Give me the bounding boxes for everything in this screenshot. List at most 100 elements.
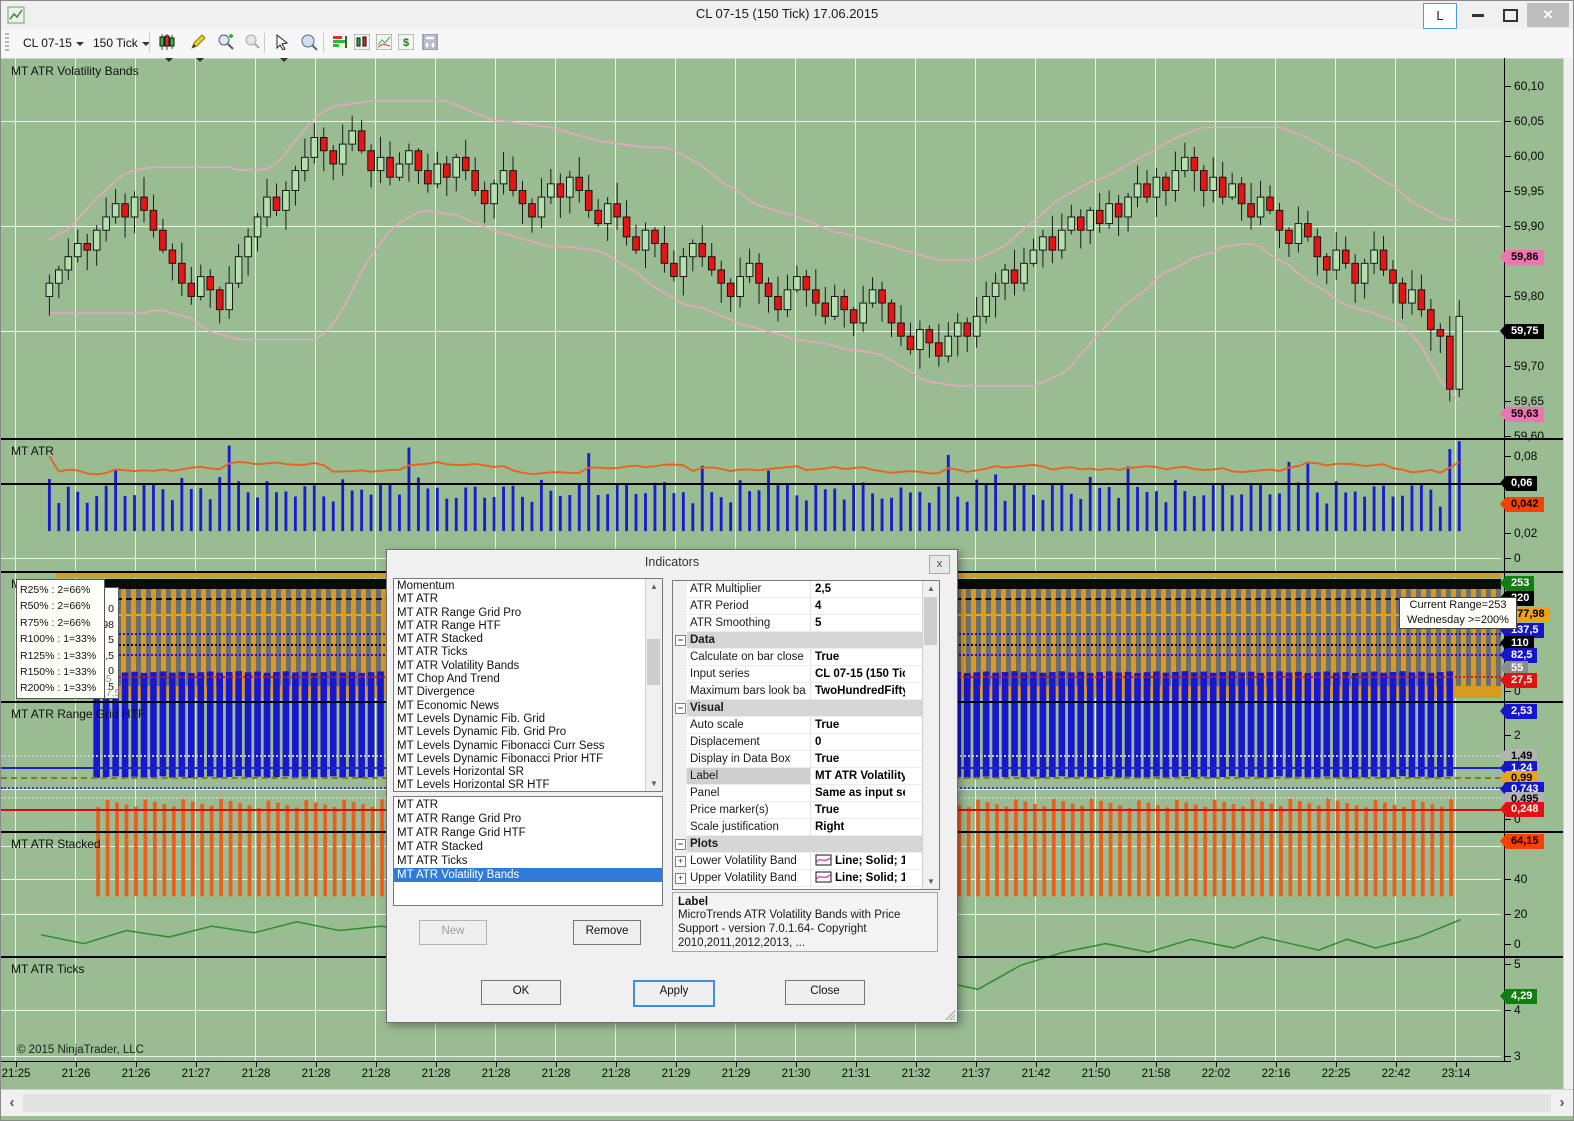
property-value[interactable]: 4 [811,598,905,614]
indicator-list-item[interactable]: Momentum [394,580,645,593]
property-value[interactable]: True [811,751,905,767]
indicator-list-item[interactable]: MT Levels Horizontal SR HTF [394,779,645,792]
property-value[interactable]: True [811,717,905,733]
indicator-list-item[interactable]: MT Levels Horizontal SR [394,766,645,779]
overlay-chart-button[interactable] [373,33,395,53]
indicator-list-item[interactable]: MT Levels Dynamic Fibonacci Prior HTF [394,753,645,766]
minimize-button[interactable] [1463,3,1493,27]
price-tick-label: 2 [1514,728,1521,742]
scrollbar-thumb[interactable] [23,1094,1551,1112]
scroll-down-icon[interactable]: ▼ [646,776,662,791]
indicator-list-item[interactable]: MT Economic News [394,700,645,713]
toolbar-grip[interactable] [5,33,9,53]
scroll-right-icon[interactable]: › [1553,1093,1571,1113]
time-tick [556,1062,557,1067]
close-dialog-button[interactable]: Close [785,980,865,1005]
range-tooltip-line: Wednesday >=200% [1400,613,1516,628]
configured-indicator-item[interactable]: MT ATR Stacked [394,840,662,854]
instrument-selector[interactable]: CL 07-15 [19,33,88,53]
property-value[interactable]: Same as input series [811,785,905,801]
configured-indicators-list[interactable]: MT ATRMT ATR Range Grid ProMT ATR Range … [393,796,663,906]
indicator-list-item[interactable]: MT ATR [394,593,645,606]
ok-button[interactable]: OK [481,980,561,1005]
property-value[interactable]: 0 [811,734,905,750]
configured-indicator-item[interactable]: MT ATR Range Grid Pro [394,812,662,826]
panel-label: MT ATR Volatility Bands [11,64,139,78]
property-value[interactable]: 5 [811,615,905,631]
properties-scrollbar[interactable]: ▲ ▼ [922,581,939,889]
cursor-button[interactable] [271,33,293,53]
chart-window-button[interactable] [351,33,373,53]
property-value[interactable]: True [811,802,905,818]
maximize-button[interactable] [1495,3,1525,27]
price-tick [1505,944,1511,945]
properties-button[interactable] [419,33,441,53]
property-value[interactable]: Line; Solid; 1px [811,853,905,869]
properties-grid[interactable]: ATR Multiplier2,5ATR Period4ATR Smoothin… [672,580,940,890]
zoom-in-button[interactable] [215,33,237,53]
available-indicators-list[interactable]: MomentumMT ATRMT ATR Range Grid ProMT AT… [393,578,663,792]
property-section: −Plots [673,836,922,853]
time-tick [676,1062,677,1067]
property-name: Calculate on bar close [687,649,811,665]
configured-indicator-item[interactable]: MT ATR Volatility Bands [394,868,662,882]
svg-text:$: $ [403,37,409,49]
account-button[interactable]: $ [395,33,417,53]
property-name: Display in Data Box [687,751,811,767]
time-tick-label: 21:29 [654,1068,698,1080]
indicator-list-item[interactable]: MT Levels Dynamic Fibonacci Curr Sess [394,740,645,753]
scroll-left-icon[interactable]: ‹ [3,1093,21,1113]
time-tick-label: 21:28 [234,1068,278,1080]
expand-icon[interactable]: + [675,856,686,867]
configured-indicator-item[interactable]: MT ATR Range Grid HTF [394,826,662,840]
chart-style-button[interactable] [156,33,178,53]
property-row: Displacement0 [673,734,922,751]
indicator-list-item[interactable]: MT Divergence [394,686,645,699]
apply-button[interactable]: Apply [633,980,715,1007]
property-value[interactable]: CL 07-15 (150 Tick) [811,666,905,682]
collapse-icon[interactable]: − [675,839,686,850]
property-value[interactable]: Line; Solid; 1px [811,870,905,886]
time-tick-label: 21:30 [774,1068,818,1080]
scroll-up-icon[interactable]: ▲ [646,579,662,594]
property-value[interactable]: True [811,649,905,665]
time-tick-label: 22:42 [1374,1068,1418,1080]
indicator-list-item[interactable]: MT ATR Volatility Bands [394,660,645,673]
indicator-list-item[interactable]: MT Levels Dynamic Fib. Grid Pro [394,726,645,739]
interval-selector[interactable]: 150 Tick [89,33,154,53]
indicator-list-item[interactable]: MT Chop And Trend [394,673,645,686]
scroll-down-icon[interactable]: ▼ [923,874,939,889]
indicator-list-item[interactable]: MT ATR Ticks [394,646,645,659]
collapse-icon[interactable]: − [675,703,686,714]
price-tick [1505,533,1511,534]
price-tick-label: 40 [1514,872,1527,886]
expand-icon[interactable]: + [675,873,686,884]
property-value[interactable]: MT ATR Volatility Ban [811,768,905,784]
price-tick [1505,558,1511,559]
list-scrollbar[interactable]: ▲ ▼ [645,579,662,791]
property-row: Calculate on bar closeTrue [673,649,922,666]
indicator-list-item[interactable]: MT ATR Range HTF [394,620,645,633]
configured-indicator-item[interactable]: MT ATR Ticks [394,854,662,868]
mini-candles-icon [354,34,370,50]
property-value[interactable]: 2,5 [811,581,905,597]
property-value[interactable]: TwoHundredFiftySix [811,683,905,699]
drawing-tools-button[interactable] [187,33,209,53]
price-marker: 59,86 [1506,250,1544,265]
remove-button[interactable]: Remove [573,920,641,945]
collapse-icon[interactable]: − [675,635,686,646]
dialog-close-button[interactable]: x [929,555,950,574]
indicator-list-item[interactable]: MT ATR Range Grid Pro [394,607,645,620]
panel-label: MT ATR [11,444,54,458]
market-depth-button[interactable] [329,33,351,53]
configured-indicator-item[interactable]: MT ATR [394,798,662,812]
resize-grip[interactable] [945,1010,955,1020]
scroll-up-icon[interactable]: ▲ [923,581,939,596]
horizontal-scrollbar[interactable]: ‹ › [1,1089,1574,1116]
indicator-list-item[interactable]: MT ATR Stacked [394,633,645,646]
link-button[interactable]: L [1423,3,1457,29]
property-value[interactable]: Right [811,819,905,835]
close-button[interactable]: ✕ [1527,3,1569,27]
data-box-button[interactable] [298,33,320,53]
indicator-list-item[interactable]: MT Levels Dynamic Fib. Grid [394,713,645,726]
